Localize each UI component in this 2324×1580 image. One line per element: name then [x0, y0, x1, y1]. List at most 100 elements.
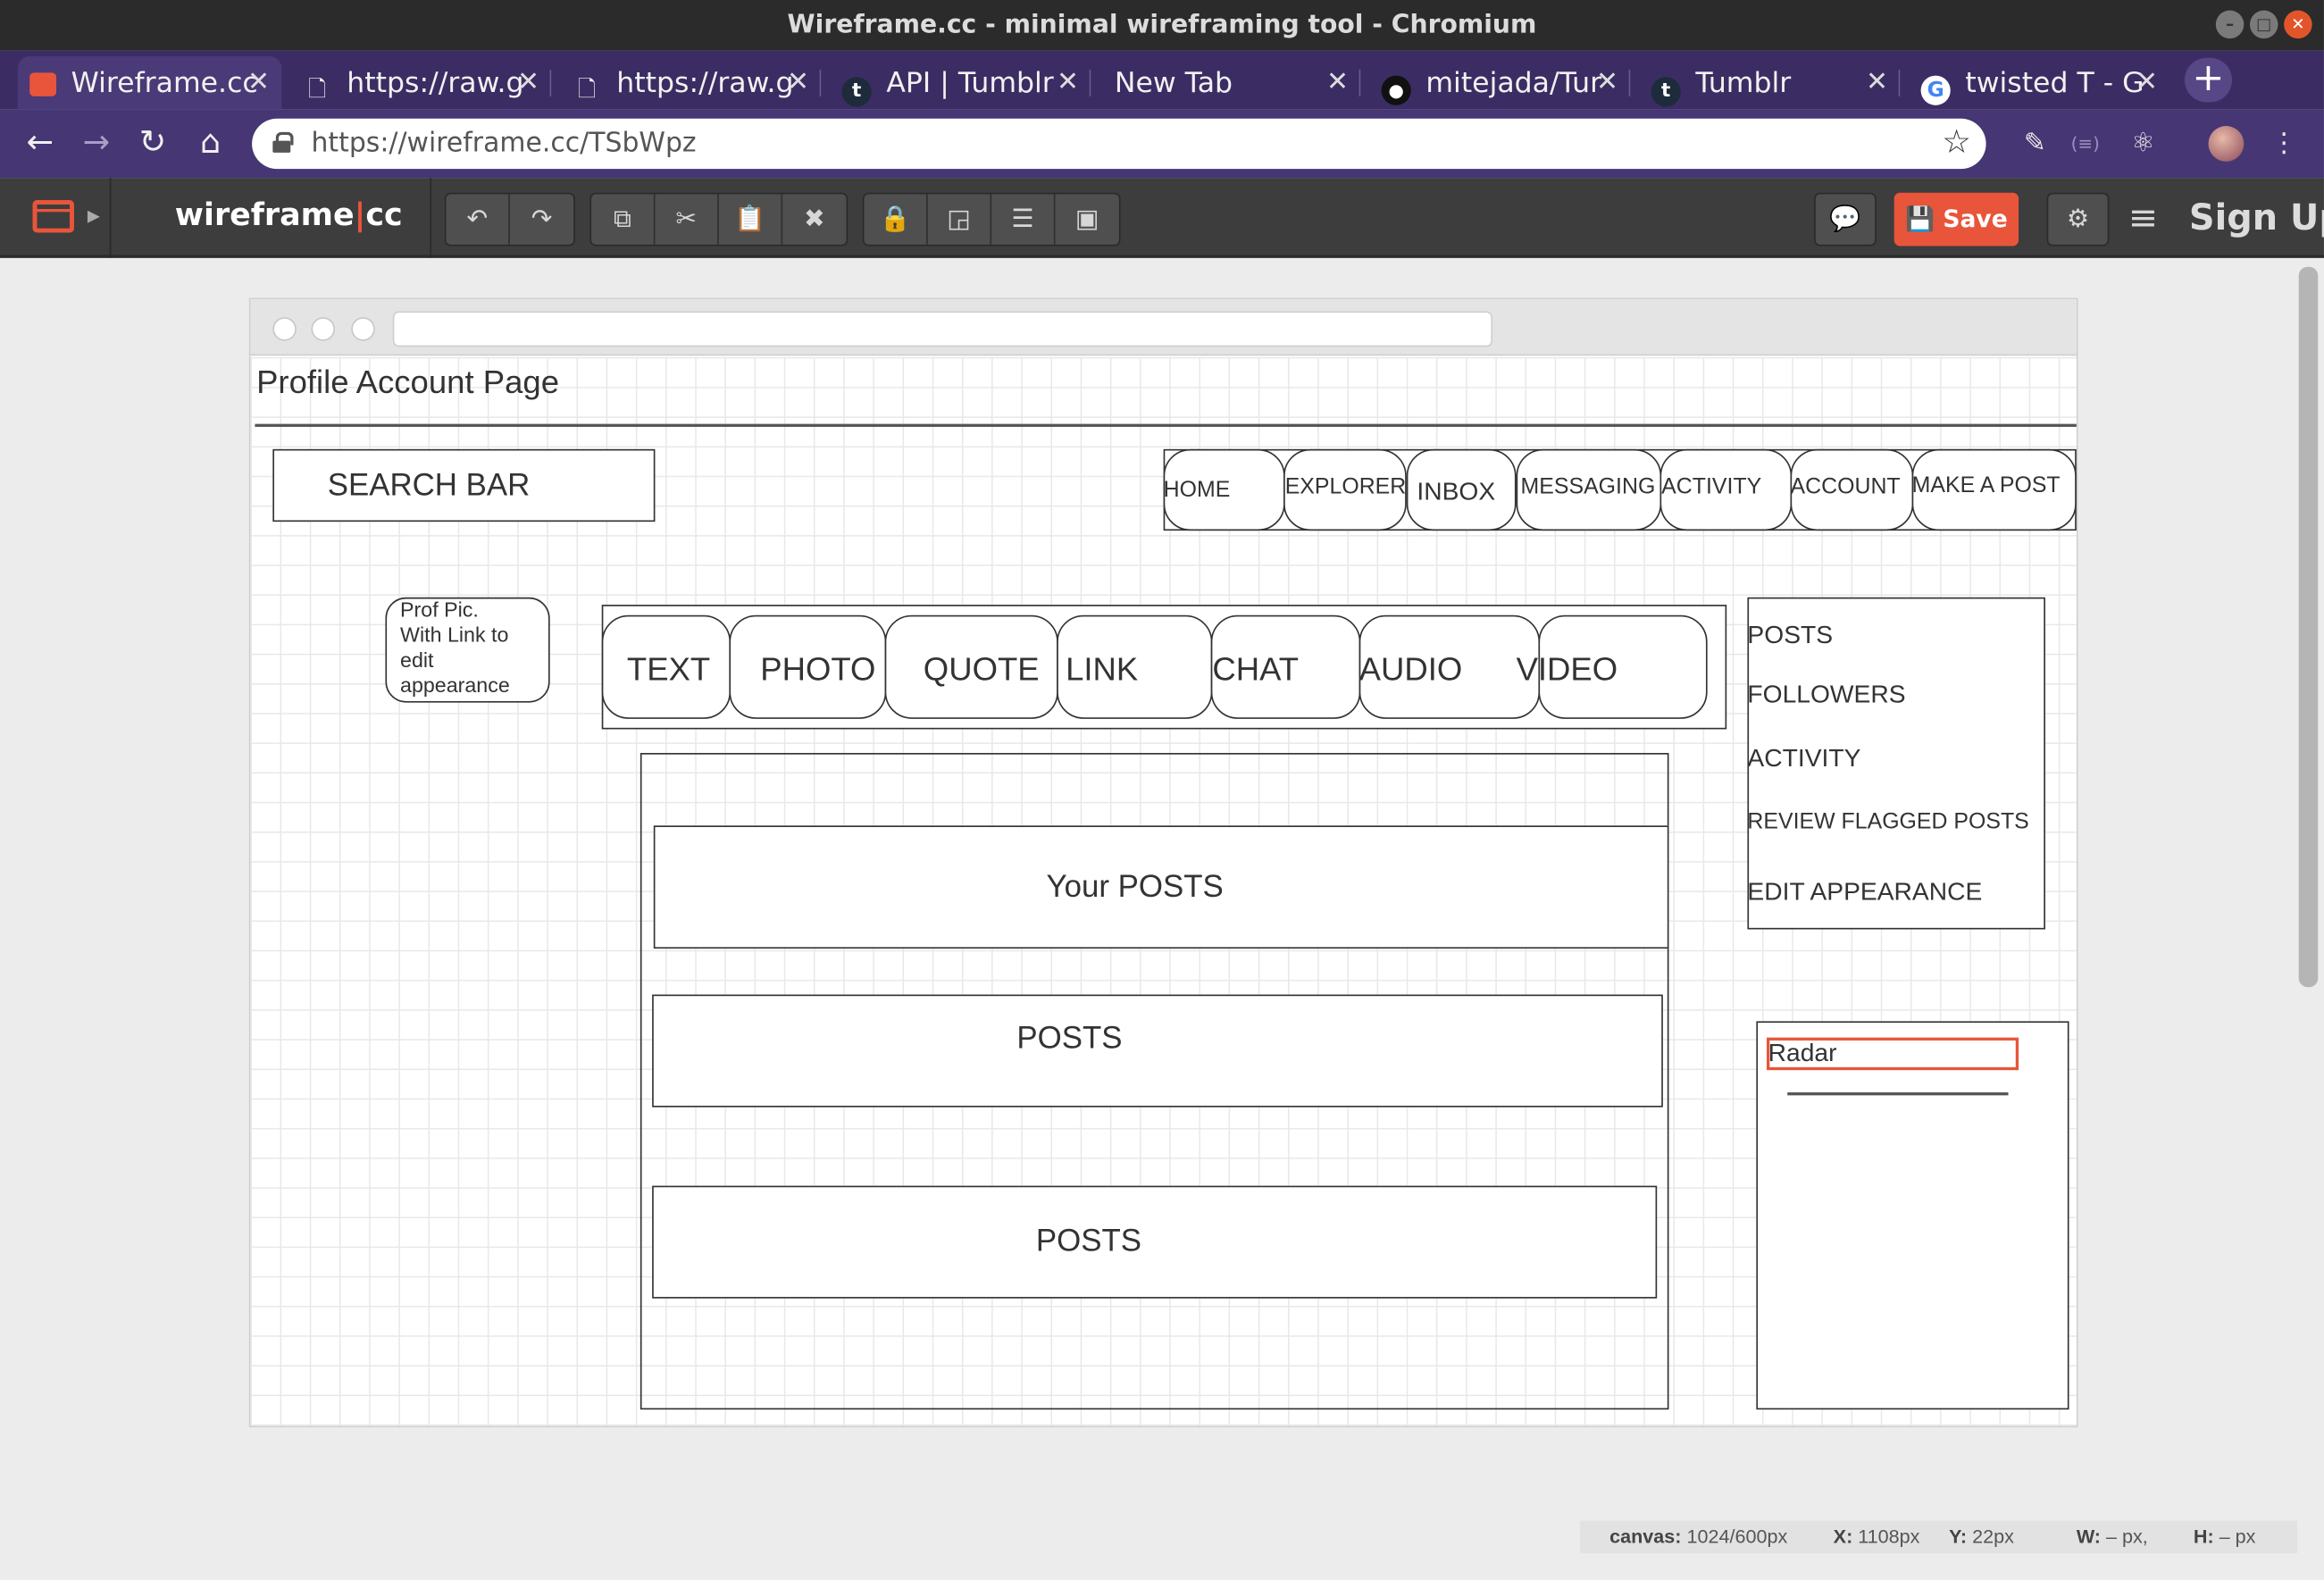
nav-label-messaging: MESSAGING: [1520, 474, 1656, 500]
wireframe-icon: [29, 72, 57, 96]
post-type-label-quote: QUOTE: [923, 650, 1040, 689]
delete-icon[interactable]: ✖: [782, 194, 846, 244]
side-menu-posts: POSTS: [1747, 621, 1834, 649]
y-readout: Y: 22px: [1949, 1525, 2014, 1548]
close-tab-icon[interactable]: ✕: [247, 56, 270, 110]
browser-menu-icon[interactable]: ⋮: [2265, 124, 2303, 163]
close-tab-icon[interactable]: ✕: [2136, 56, 2158, 110]
close-window-button[interactable]: ✕: [2284, 10, 2312, 39]
h-readout: H: – px: [2193, 1525, 2256, 1548]
app-menu-icon[interactable]: [32, 200, 74, 233]
canvas-size-readout: canvas: 1024/600px: [1609, 1525, 1788, 1548]
google-icon: G: [1920, 75, 1951, 105]
file-icon: 🗋: [578, 75, 597, 103]
logo: wireframe|cc: [174, 196, 403, 233]
hamburger-menu-icon[interactable]: ≡: [2128, 196, 2158, 240]
tab-new-tab[interactable]: New Tab ✕: [1099, 56, 1361, 110]
window-title: Wireframe.cc - minimal wireframing tool …: [787, 10, 1537, 40]
close-tab-icon[interactable]: ✕: [517, 56, 539, 110]
tab-api-tumblr[interactable]: t API | Tumblr ✕: [830, 56, 1091, 110]
address-bar[interactable]: https://wireframe.cc/TSbWpz ☆: [252, 118, 1986, 170]
navigation-bar: ← → ↻ ⌂ https://wireframe.cc/TSbWpz ☆ ✎ …: [0, 109, 2324, 179]
side-menu-edit-appearance: EDIT APPEARANCE: [1747, 877, 1983, 906]
group-icon[interactable]: ▣: [1055, 194, 1118, 244]
pen-extension-icon[interactable]: ✎: [2016, 124, 2054, 163]
nav-label-home: HOME: [1163, 477, 1231, 503]
new-tab-button[interactable]: +: [2184, 57, 2233, 103]
tumblr-icon: t: [1651, 77, 1681, 107]
tab-tumblr[interactable]: t Tumblr ✕: [1639, 56, 1901, 110]
tab-wireframe[interactable]: Wireframe.cc ✕: [17, 56, 282, 110]
close-tab-icon[interactable]: ✕: [787, 56, 809, 110]
window-title-bar: Wireframe.cc - minimal wireframing tool …: [0, 0, 2324, 51]
settings-icon[interactable]: ⚙: [2046, 192, 2110, 247]
forward-icon[interactable]: →: [74, 121, 119, 166]
radar-label[interactable]: Radar: [1768, 1039, 1837, 1068]
posts-label-1: POSTS: [1016, 1021, 1123, 1056]
nav-label-account: ACCOUNT: [1790, 474, 1901, 500]
post-type-label-photo: PHOTO: [760, 650, 876, 689]
clipboard-group: ⧉ ✂ 📋 ✖: [589, 192, 849, 247]
bookmark-star-icon[interactable]: ☆: [1942, 119, 1971, 169]
posts-label-2: POSTS: [1035, 1224, 1142, 1258]
align-icon[interactable]: ☰: [991, 194, 1056, 245]
maximize-button[interactable]: □: [2249, 10, 2278, 39]
bring-front-icon[interactable]: ◲: [928, 194, 992, 245]
sign-up-link[interactable]: Sign Up: [2189, 197, 2324, 238]
caret-right-icon[interactable]: ▶: [88, 206, 100, 226]
save-button[interactable]: 💾 Save: [1893, 192, 2019, 247]
tab-strip: Wireframe.cc ✕ 🗋 https://raw.g ✕ 🗋 https:/…: [0, 50, 2324, 110]
tumblr-icon: t: [841, 77, 872, 107]
file-icon: 🗋: [308, 75, 327, 103]
floppy-icon: 💾: [1905, 205, 1935, 233]
close-tab-icon[interactable]: ✕: [1866, 56, 1888, 110]
back-icon[interactable]: ←: [18, 121, 63, 166]
json-extension-icon[interactable]: (≡): [2066, 124, 2104, 163]
status-bar: canvas: 1024/600px X: 1108px Y: 22px W: …: [1579, 1520, 2298, 1554]
close-tab-icon[interactable]: ✕: [1596, 56, 1618, 110]
arrange-group: 🔒 ◲ ☰ ▣: [862, 192, 1121, 247]
close-tab-icon[interactable]: ✕: [1326, 56, 1349, 110]
react-extension-icon[interactable]: ⚛: [2124, 124, 2162, 163]
tab-google[interactable]: Gtwisted T - G ✕: [1909, 56, 2169, 110]
title-divider[interactable]: [255, 423, 2077, 427]
paste-icon[interactable]: 📋: [719, 194, 783, 245]
lock-icon: [272, 131, 294, 153]
home-icon[interactable]: ⌂: [188, 121, 233, 166]
close-tab-icon[interactable]: ✕: [1057, 56, 1079, 110]
comment-icon[interactable]: 💬: [1814, 192, 1877, 247]
search-bar-label: SEARCH BAR: [327, 468, 531, 503]
url-text: https://wireframe.cc/TSbWpz: [311, 127, 697, 159]
profile-avatar[interactable]: [2208, 126, 2245, 162]
github-icon: ●: [1381, 75, 1411, 105]
post-type-label-text: TEXT: [626, 650, 711, 689]
cut-icon[interactable]: ✂: [655, 194, 719, 245]
tab-raw-1[interactable]: 🗋 https://raw.g ✕: [290, 56, 552, 110]
reload-icon[interactable]: ↻: [130, 121, 175, 166]
posts-box-1[interactable]: [652, 994, 1663, 1108]
posts-box-2[interactable]: [652, 1185, 1658, 1299]
app-toolbar: ▶ wireframe|cc ↶ ↷ ⧉ ✂ 📋 ✖ 🔒 ◲ ☰ ▣ 💬 💾 S…: [0, 178, 2324, 258]
copy-icon[interactable]: ⧉: [591, 194, 656, 245]
radar-divider[interactable]: [1787, 1092, 2009, 1096]
frame-url-bar: [392, 311, 1493, 347]
nav-label-explorer: EXPLORER: [1284, 474, 1407, 500]
lock-element-icon[interactable]: 🔒: [864, 194, 928, 245]
post-type-label-chat: CHAT: [1212, 650, 1300, 689]
profile-picture-label: Prof Pic. With Link to edit appearance: [400, 597, 510, 697]
x-readout: X: 1108px: [1833, 1525, 1920, 1548]
redo-icon[interactable]: ↷: [510, 194, 573, 244]
minimize-button[interactable]: –: [2215, 10, 2245, 39]
side-menu-followers: FOLLOWERS: [1747, 680, 1906, 709]
tab-github[interactable]: ● mitejada/Tur ✕: [1369, 56, 1631, 110]
radar-box[interactable]: [1756, 1021, 2069, 1410]
frame-chrome: [250, 299, 2077, 356]
tab-raw-2[interactable]: 🗋 https://raw.g ✕: [560, 56, 822, 110]
nav-label-make-a-post: MAKE A POST: [1911, 472, 2061, 498]
undo-icon[interactable]: ↶: [446, 194, 510, 245]
post-type-label-video: VIDEO: [1516, 650, 1618, 689]
page-title[interactable]: Profile Account Page: [256, 364, 559, 402]
vertical-scrollbar[interactable]: [2298, 266, 2319, 988]
post-type-label-audio: AUDIO: [1358, 650, 1463, 689]
history-group: ↶ ↷: [444, 192, 575, 247]
